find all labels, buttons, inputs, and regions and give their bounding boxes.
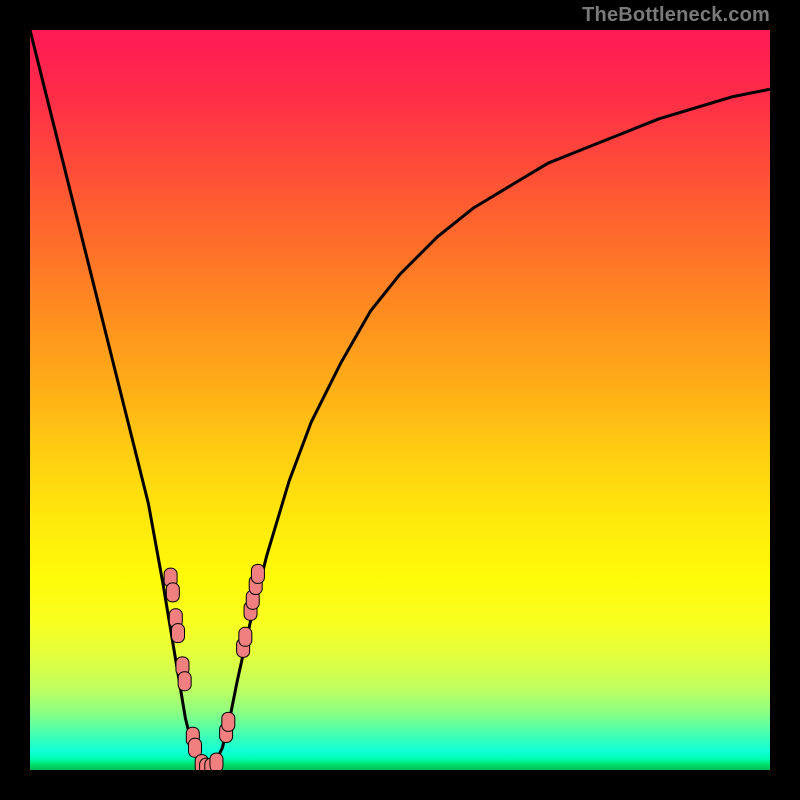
data-marker	[251, 564, 264, 583]
data-marker	[172, 624, 185, 643]
bottleneck-curve	[30, 30, 770, 770]
chart-frame: TheBottleneck.com	[0, 0, 800, 800]
data-marker	[222, 712, 235, 731]
curve-layer	[30, 30, 770, 770]
data-marker	[239, 627, 252, 646]
plot-area	[30, 30, 770, 770]
marker-layer	[164, 564, 264, 770]
data-marker	[166, 583, 179, 602]
data-marker	[210, 753, 223, 770]
data-marker	[178, 672, 191, 691]
chart-svg	[30, 30, 770, 770]
watermark-text: TheBottleneck.com	[582, 0, 770, 30]
